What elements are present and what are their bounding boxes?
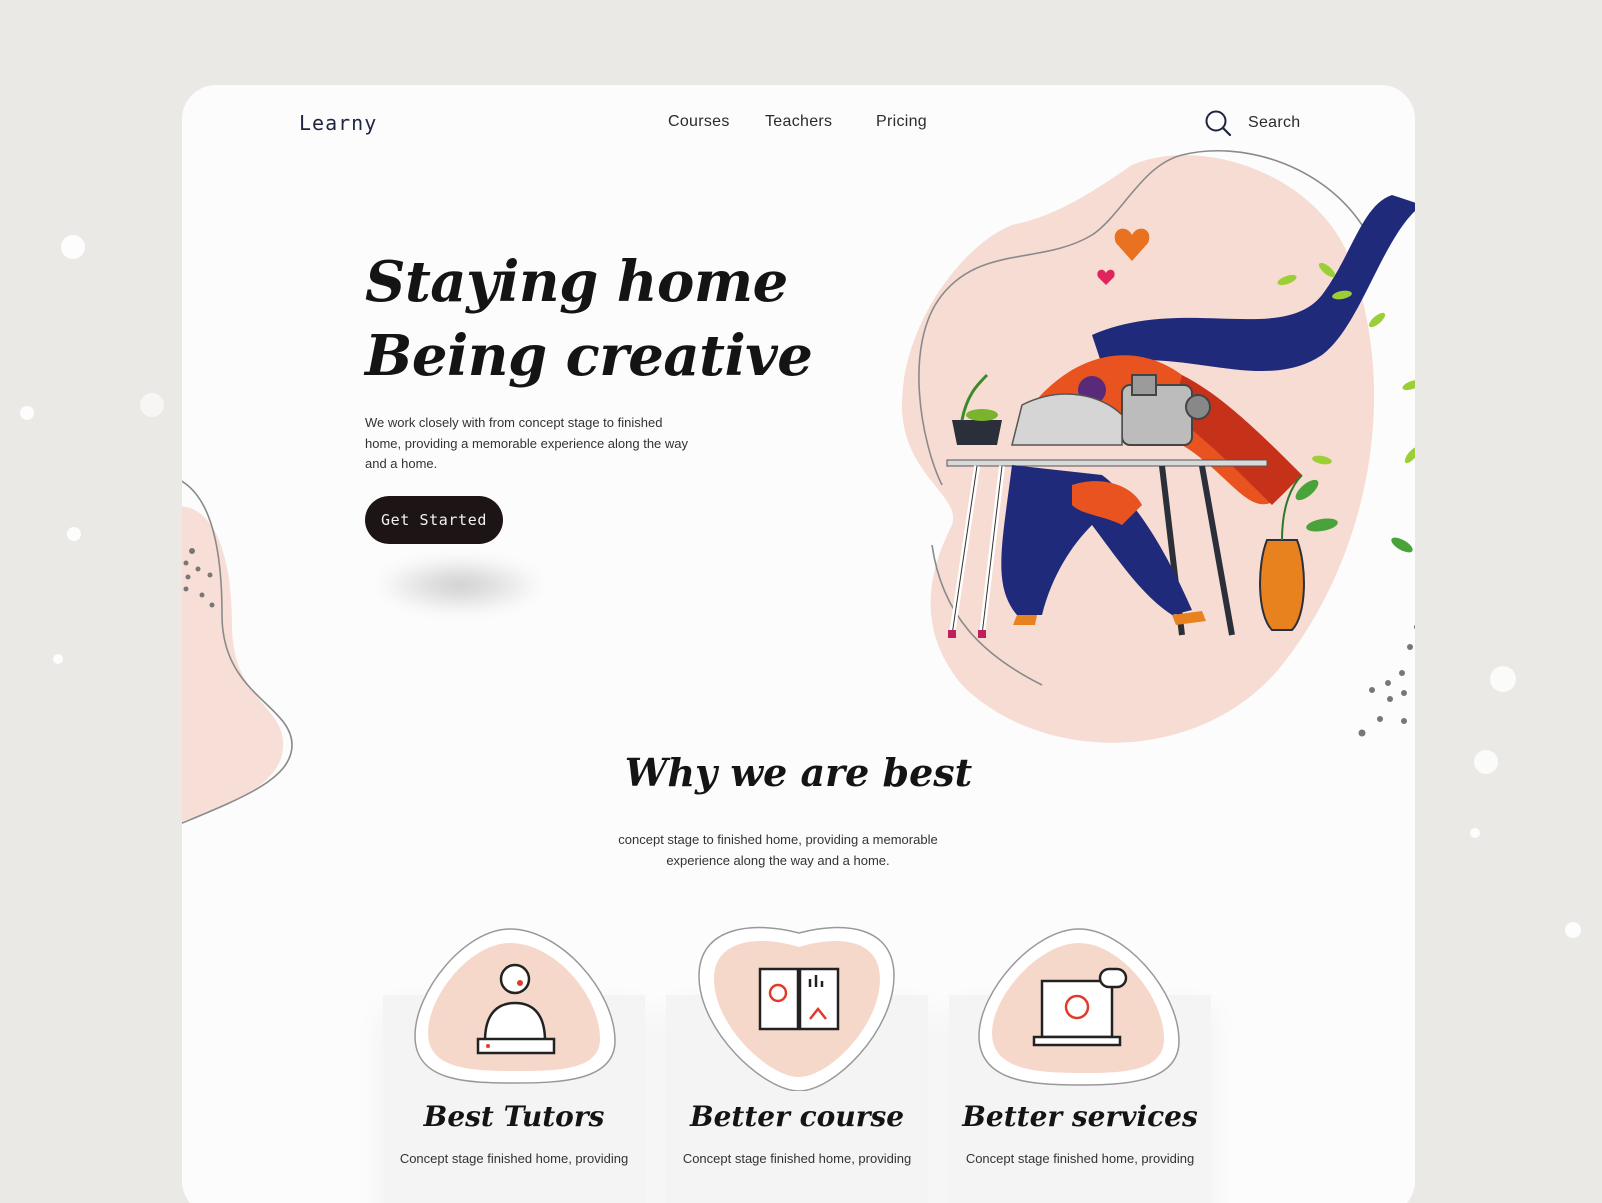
course-book-icon xyxy=(698,926,895,1091)
search-label: Search xyxy=(1248,114,1301,131)
cta-shadow xyxy=(375,555,545,615)
background-dot xyxy=(1565,922,1581,938)
hero-title-line-2: Being creative xyxy=(365,323,813,389)
hero-title-line-1: Staying home xyxy=(365,249,788,315)
background-dot xyxy=(53,654,63,664)
why-section-description: concept stage to finished home, providin… xyxy=(618,832,938,868)
hero-title: Staying home Being creative xyxy=(365,245,813,393)
get-started-button[interactable]: Get Started xyxy=(365,496,503,544)
hero-illustration xyxy=(902,149,1415,743)
hero-description: We work closely with from concept stage … xyxy=(365,415,689,471)
feature-description-services: Concept stage finished home, providing xyxy=(965,1151,1195,1166)
background-dot xyxy=(61,235,85,259)
support-service-icon xyxy=(978,928,1180,1086)
feature-description-course: Concept stage finished home, providing xyxy=(682,1151,912,1166)
background-dot xyxy=(140,393,164,417)
feature-description-tutors: Concept stage finished home, providing xyxy=(399,1151,629,1166)
background-dot xyxy=(67,527,81,541)
nav-link-pricing[interactable]: Pricing xyxy=(876,113,927,131)
search-button[interactable]: Search xyxy=(1204,108,1324,138)
tutor-icon xyxy=(414,928,616,1084)
background-dot xyxy=(1474,750,1498,774)
background-dot xyxy=(1470,828,1480,838)
background-dot xyxy=(20,406,34,420)
feature-title-services: Better services xyxy=(962,1100,1198,1133)
feature-title-tutors: Best Tutors xyxy=(423,1100,605,1133)
nav-link-teachers[interactable]: Teachers xyxy=(765,113,832,131)
search-icon xyxy=(1205,110,1232,137)
why-section-title: Why we are best xyxy=(624,750,973,795)
background-dot xyxy=(1490,666,1516,692)
feature-title-course: Better course xyxy=(689,1100,905,1133)
landing-page-card: Learny Courses Teachers Pricing Search S… xyxy=(182,85,1415,1203)
nav-link-courses[interactable]: Courses xyxy=(668,113,730,131)
